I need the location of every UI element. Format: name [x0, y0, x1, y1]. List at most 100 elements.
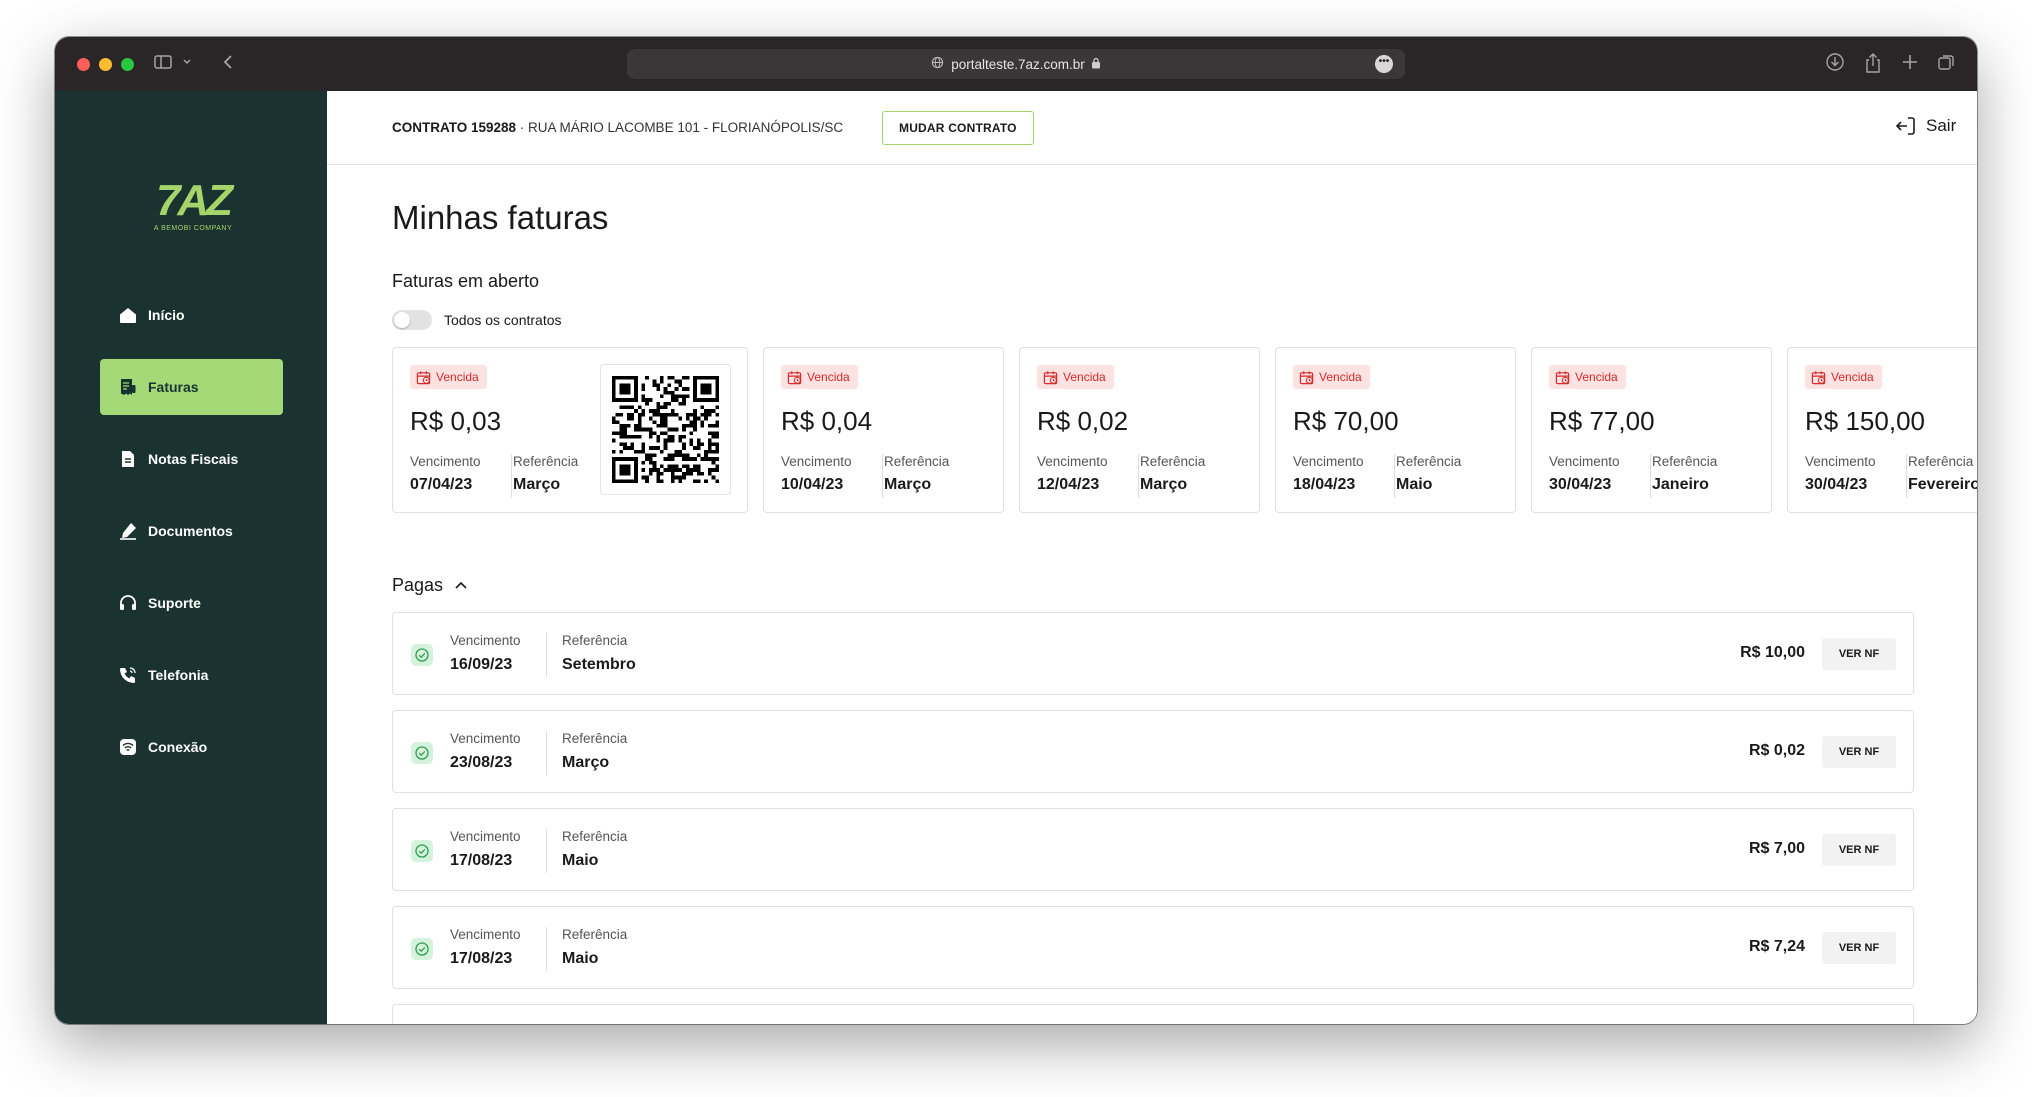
reference-label: Referência — [562, 731, 628, 746]
sidebar-item-telefonia[interactable]: Telefonia — [100, 647, 283, 703]
reference-month: Maio — [562, 950, 599, 967]
invoice-amount: R$ 10,00 — [1740, 644, 1805, 661]
reference-label: Referência — [1652, 454, 1718, 469]
sidebar-item-notas-fiscais[interactable]: Notas Fiscais — [100, 431, 283, 487]
view-invoice-button[interactable]: VER NF — [1822, 638, 1896, 670]
divider — [1394, 454, 1395, 498]
calendar-alert-icon — [1043, 370, 1063, 385]
due-label: Vencimento — [450, 731, 521, 746]
due-date: 30/04/23 — [1805, 476, 1868, 493]
due-label: Vencimento — [450, 927, 521, 942]
reference-label: Referência — [1396, 454, 1462, 469]
calendar-alert-icon — [1299, 370, 1319, 385]
contract-info: CONTRATO 159288 · RUA MÁRIO LACOMBE 101 … — [392, 120, 843, 135]
browser-toolbar: portalteste.7az.com.br ••• — [55, 37, 1977, 91]
sidebar-toggle-icon[interactable] — [153, 52, 173, 78]
due-date: 17/08/23 — [450, 852, 513, 869]
reference-label: Referência — [562, 633, 628, 648]
page-title: Minhas faturas — [392, 199, 609, 236]
download-icon[interactable] — [1825, 52, 1845, 78]
pix-qr-code[interactable] — [600, 364, 731, 495]
badge-label: Vencida — [1319, 370, 1362, 384]
divider — [546, 731, 547, 775]
view-invoice-button[interactable]: VER NF — [1822, 834, 1896, 866]
paid-check-icon — [411, 840, 433, 862]
reference-label: Referência — [1140, 454, 1206, 469]
more-options-icon[interactable]: ••• — [1375, 55, 1393, 73]
paid-invoice-row[interactable]: Vencimento 17/08/23 Referência Maio R$ 7,00 V… — [392, 808, 1914, 891]
view-invoice-button[interactable]: VER NF — [1822, 736, 1896, 768]
receipt-icon — [121, 379, 136, 395]
change-contract-button[interactable]: MUDAR CONTRATO — [882, 111, 1034, 145]
wifi-icon — [120, 739, 136, 755]
open-invoice-card[interactable]: Vencida R$ 70,00 Vencimento 18/04/23 Referên… — [1275, 347, 1516, 513]
zoom-window-button[interactable] — [121, 58, 134, 71]
share-icon[interactable] — [1863, 52, 1883, 80]
sidebar-item-inicio[interactable]: Início — [100, 287, 283, 343]
sidebar-item-label: Suporte — [148, 595, 201, 611]
all-contracts-label: Todos os contratos — [444, 312, 562, 328]
home-icon — [120, 308, 136, 323]
address-bar[interactable]: portalteste.7az.com.br ••• — [627, 49, 1405, 79]
sidebar-item-label: Início — [148, 307, 185, 323]
calendar-alert-icon — [1555, 370, 1575, 385]
overdue-badge: Vencida — [1805, 365, 1882, 389]
due-label: Vencimento — [410, 454, 481, 469]
view-invoice-button[interactable]: VER NF — [1822, 932, 1896, 964]
open-invoice-card[interactable]: Vencida R$ 150,00 Vencimento 30/04/23 Referê… — [1787, 347, 1977, 513]
close-window-button[interactable] — [77, 58, 90, 71]
sidebar-item-suporte[interactable]: Suporte — [100, 575, 283, 631]
reference-month: Janeiro — [1652, 476, 1709, 493]
sidebar-item-documentos[interactable]: Documentos — [100, 503, 283, 559]
sidebar-item-faturas[interactable]: Faturas — [100, 359, 283, 415]
badge-label: Vencida — [1831, 370, 1874, 384]
tab-overview-icon[interactable] — [1937, 52, 1957, 78]
due-label: Vencimento — [1805, 454, 1876, 469]
due-date: 12/04/23 — [1037, 476, 1100, 493]
open-invoice-card[interactable]: Vencida R$ 0,02 Vencimento 12/04/23 Referênc… — [1019, 347, 1260, 513]
sidebar-item-conexao[interactable]: Conexão — [100, 719, 283, 775]
document-icon — [122, 451, 134, 467]
paid-invoice-row[interactable]: Vencimento 16/09/23 Referência Setembro R$ 1… — [392, 612, 1914, 695]
logout-label: Sair — [1926, 116, 1957, 135]
browser-window: portalteste.7az.com.br ••• 7AZ A BEMOBI … — [55, 37, 1977, 1024]
open-invoice-card[interactable]: Vencida R$ 0,04 Vencimento 10/04/23 Referênc… — [763, 347, 1004, 513]
sidebar-item-label: Conexão — [148, 739, 208, 755]
reference-month: Março — [1140, 476, 1188, 493]
open-invoice-card[interactable]: Vencida R$ 0,03 Vencimento 07/04/23 Referênc… — [392, 347, 748, 513]
reference-month: Fevereiro — [1908, 476, 1977, 493]
overdue-badge: Vencida — [781, 365, 858, 389]
reference-label: Referência — [562, 829, 628, 844]
open-invoice-card[interactable]: Vencida R$ 77,00 Vencimento 30/04/23 Referên… — [1531, 347, 1772, 513]
logout-button[interactable]: Sair — [1894, 114, 1956, 138]
invoice-amount: R$ 0,02 — [1748, 742, 1805, 759]
divider — [1650, 454, 1651, 498]
invoice-amount: R$ 150,00 — [1805, 406, 1925, 436]
reference-label: Referência — [884, 454, 950, 469]
minimize-window-button[interactable] — [99, 58, 112, 71]
paid-invoice-row[interactable]: Vencimento24/05/23ReferênciaMaioR$ 0,10V… — [392, 1004, 1914, 1024]
sidebar: 7AZ A BEMOBI COMPANY Início Faturas Nota… — [55, 91, 327, 1024]
badge-label: Vencida — [436, 370, 479, 384]
paid-invoice-row[interactable]: Vencimento 17/08/23 Referência Maio R$ 7,24 V… — [392, 906, 1914, 989]
paid-check-icon — [411, 938, 433, 960]
open-invoices-heading: Faturas em aberto — [392, 271, 540, 291]
chevron-down-icon[interactable] — [180, 52, 194, 81]
headset-icon — [120, 595, 136, 610]
due-date: 07/04/23 — [410, 476, 473, 493]
paid-section-toggle[interactable]: Pagas — [392, 575, 470, 596]
back-icon[interactable] — [221, 52, 237, 78]
paid-invoice-row[interactable]: Vencimento 23/08/23 Referência Março R$ 0,02… — [392, 710, 1914, 793]
new-tab-icon[interactable] — [1900, 52, 1920, 78]
divider — [1906, 454, 1907, 498]
divider — [546, 633, 547, 677]
overdue-badge: Vencida — [410, 365, 487, 389]
divider — [546, 829, 547, 873]
paid-check-icon — [411, 644, 433, 666]
invoice-amount: R$ 70,00 — [1293, 406, 1399, 436]
overdue-badge: Vencida — [1549, 365, 1626, 389]
reference-month: Maio — [1396, 476, 1433, 493]
all-contracts-toggle[interactable] — [392, 310, 432, 330]
brand-logo[interactable]: 7AZ A BEMOBI COMPANY — [143, 179, 243, 233]
url-text: portalteste.7az.com.br — [951, 56, 1085, 72]
